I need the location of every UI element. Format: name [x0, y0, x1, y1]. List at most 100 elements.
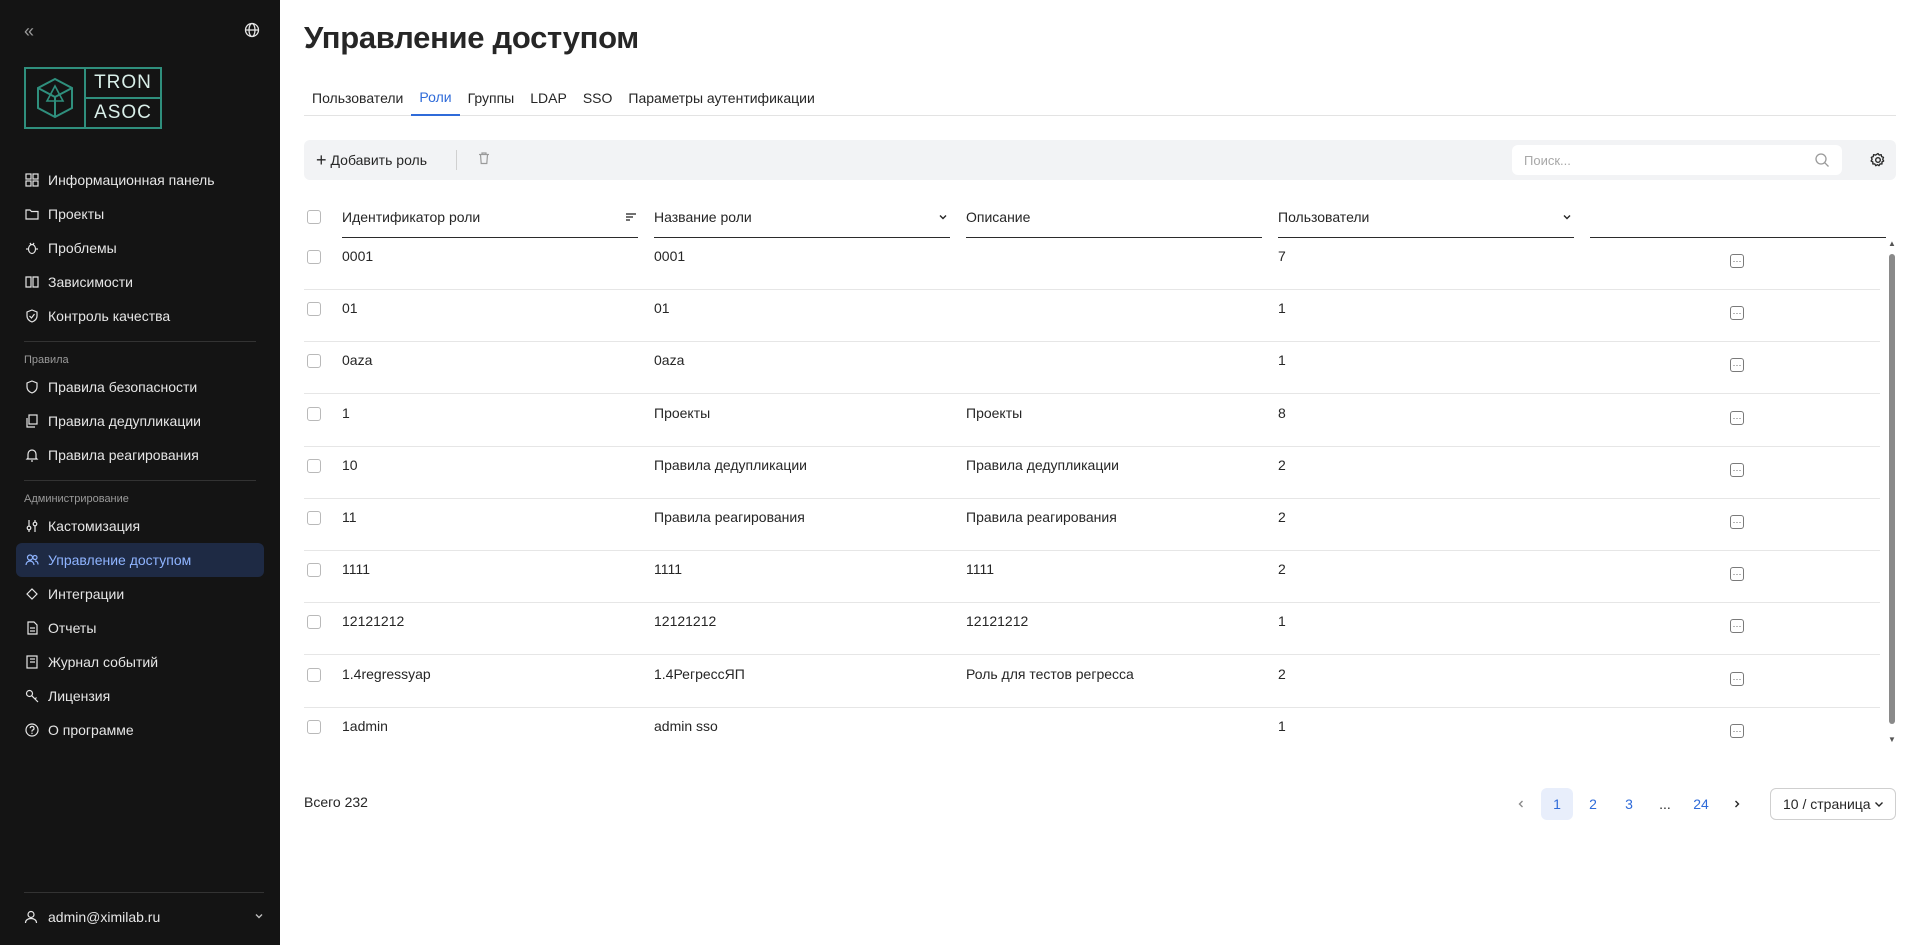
- row-actions-icon[interactable]: ···: [1730, 515, 1744, 529]
- sidebar-item-projects[interactable]: Проекты: [16, 197, 264, 231]
- row-checkbox[interactable]: [307, 667, 321, 682]
- sidebar-item-issues[interactable]: Проблемы: [16, 231, 264, 265]
- sliders-icon: [24, 518, 40, 534]
- table-row[interactable]: 0aza 0aza 1 ···: [304, 342, 1880, 395]
- sidebar-top: «: [24, 22, 264, 42]
- sidebar-item-label: Кастомизация: [48, 518, 141, 534]
- cell-id: 1111: [342, 561, 371, 578]
- sidebar-divider: [24, 341, 256, 342]
- column-header-label: Идентификатор роли: [342, 208, 481, 225]
- globe-icon[interactable]: [244, 22, 264, 42]
- pagination: 1 2 3 ... 24: [1505, 788, 1757, 820]
- row-actions-icon[interactable]: ···: [1730, 306, 1744, 321]
- sidebar-item-security-rules[interactable]: Правила безопасности: [16, 370, 264, 404]
- table-row[interactable]: 10 Правила дедупликации Правила дедупликац…: [304, 447, 1880, 499]
- search-input[interactable]: [1512, 145, 1802, 175]
- sidebar-item-reports[interactable]: Отчеты: [16, 611, 264, 645]
- sidebar-item-dashboard[interactable]: Информационная панель: [16, 163, 264, 197]
- gear-icon[interactable]: [1870, 152, 1886, 168]
- row-actions-icon[interactable]: ···: [1730, 410, 1744, 425]
- table-row[interactable]: 01 01 1 ···: [304, 290, 1880, 343]
- cell-id: 0aza: [342, 352, 373, 369]
- row-checkbox[interactable]: [307, 719, 321, 734]
- page-button-2[interactable]: 2: [1577, 788, 1609, 820]
- table-row[interactable]: 1111 1111 1111 2 ···: [304, 551, 1880, 604]
- sidebar-item-dedup-rules[interactable]: Правила дедупликации: [16, 404, 264, 438]
- row-checkbox[interactable]: [307, 302, 321, 317]
- row-checkbox[interactable]: [307, 354, 321, 369]
- sidebar-nav-main: Информационная панель Проекты Проблемы З…: [16, 163, 264, 747]
- tab-roles[interactable]: Роли: [411, 80, 460, 116]
- row-checkbox[interactable]: [307, 458, 321, 473]
- table-row[interactable]: 1.4regressyap 1.4РегрессЯП Роль для тестов…: [304, 656, 1880, 708]
- page-button-3[interactable]: 3: [1613, 788, 1645, 820]
- search-icon[interactable]: [1814, 152, 1830, 168]
- column-header-name[interactable]: Название роли: [654, 196, 950, 238]
- sidebar-divider: [24, 480, 256, 481]
- tab-sso[interactable]: SSO: [575, 80, 621, 116]
- user-menu[interactable]: admin@ximilab.ru: [24, 907, 264, 927]
- row-actions-icon[interactable]: ···: [1730, 671, 1744, 686]
- row-checkbox[interactable]: [307, 615, 321, 630]
- logo-line-1: TRON: [86, 69, 160, 99]
- sidebar-item-event-log[interactable]: Журнал событий: [16, 645, 264, 679]
- add-role-button[interactable]: + Добавить роль: [316, 148, 427, 172]
- table-row[interactable]: 1 Проекты Проекты 8 ···: [304, 395, 1880, 447]
- sidebar-item-about[interactable]: О программе: [16, 713, 264, 747]
- table-row[interactable]: 0001 0001 7 ···: [304, 238, 1880, 290]
- book-icon: [24, 274, 40, 290]
- table-row[interactable]: 11 Правила реагирования Правила реагирован…: [304, 499, 1880, 551]
- sidebar-item-dependencies[interactable]: Зависимости: [16, 265, 264, 299]
- sidebar-item-label: Интеграции: [48, 586, 125, 602]
- row-actions-icon[interactable]: ···: [1730, 723, 1744, 738]
- cell-id: 10: [342, 456, 358, 473]
- tab-groups[interactable]: Группы: [460, 80, 523, 116]
- sidebar-item-integrations[interactable]: Интеграции: [16, 577, 264, 611]
- tab-users[interactable]: Пользователи: [304, 80, 411, 116]
- sidebar: « TRON ASOC Информационная панель Проект…: [0, 0, 280, 945]
- tab-auth-settings[interactable]: Параметры аутентификации: [620, 80, 822, 116]
- row-checkbox[interactable]: [307, 563, 321, 578]
- select-all-checkbox[interactable]: [307, 210, 321, 224]
- sidebar-item-label: Проблемы: [48, 240, 117, 256]
- row-actions-icon[interactable]: ···: [1730, 567, 1744, 582]
- row-actions-icon[interactable]: ···: [1730, 254, 1744, 268]
- chevron-down-icon[interactable]: [936, 210, 950, 224]
- chevron-down-icon[interactable]: [1560, 210, 1574, 224]
- column-header-users[interactable]: Пользователи: [1278, 196, 1574, 238]
- table-header: Идентификатор роли Название роли Описани…: [304, 196, 1886, 238]
- cell-name: 12121212: [654, 613, 717, 630]
- tron-asoc-logo[interactable]: TRON ASOC: [24, 67, 162, 129]
- row-actions-icon[interactable]: ···: [1730, 462, 1744, 477]
- table-scrollbar[interactable]: ▲ ▼: [1888, 240, 1896, 744]
- prev-page-button[interactable]: [1505, 788, 1537, 820]
- sidebar-item-quality-control[interactable]: Контроль качества: [16, 299, 264, 333]
- sort-icon[interactable]: [624, 210, 638, 224]
- sidebar-item-license[interactable]: Лицензия: [16, 679, 264, 713]
- row-checkbox[interactable]: [307, 511, 321, 525]
- page-button-24[interactable]: 24: [1685, 788, 1717, 820]
- scroll-down-icon[interactable]: ▼: [1888, 736, 1896, 744]
- column-header-description: Описание: [966, 196, 1262, 238]
- delete-button[interactable]: [474, 150, 494, 170]
- sidebar-item-access-management[interactable]: Управление доступом: [16, 543, 264, 577]
- collapse-sidebar-icon[interactable]: «: [24, 22, 44, 42]
- table-row[interactable]: 12121212 12121212 12121212 1 ···: [304, 603, 1880, 656]
- row-checkbox[interactable]: [307, 406, 321, 421]
- table-row[interactable]: 1admin admin sso 1 ···: [304, 708, 1880, 742]
- page-button-1[interactable]: 1: [1541, 788, 1573, 820]
- sidebar-item-customization[interactable]: Кастомизация: [16, 509, 264, 543]
- sidebar-item-label: О программе: [48, 722, 134, 738]
- row-actions-icon[interactable]: ···: [1730, 358, 1744, 373]
- scroll-up-icon[interactable]: ▲: [1888, 240, 1896, 248]
- scrollbar-thumb[interactable]: [1889, 254, 1895, 724]
- sidebar-divider: [24, 892, 264, 893]
- row-actions-icon[interactable]: ···: [1730, 619, 1744, 634]
- row-checkbox[interactable]: [307, 250, 321, 264]
- column-header-id[interactable]: Идентификатор роли: [342, 196, 638, 238]
- page-size-select[interactable]: 10 / страница: [1770, 788, 1896, 820]
- tab-ldap[interactable]: LDAP: [522, 80, 575, 116]
- page-ellipsis[interactable]: ...: [1649, 788, 1681, 820]
- sidebar-item-response-rules[interactable]: Правила реагирования: [16, 438, 264, 472]
- next-page-button[interactable]: [1721, 788, 1753, 820]
